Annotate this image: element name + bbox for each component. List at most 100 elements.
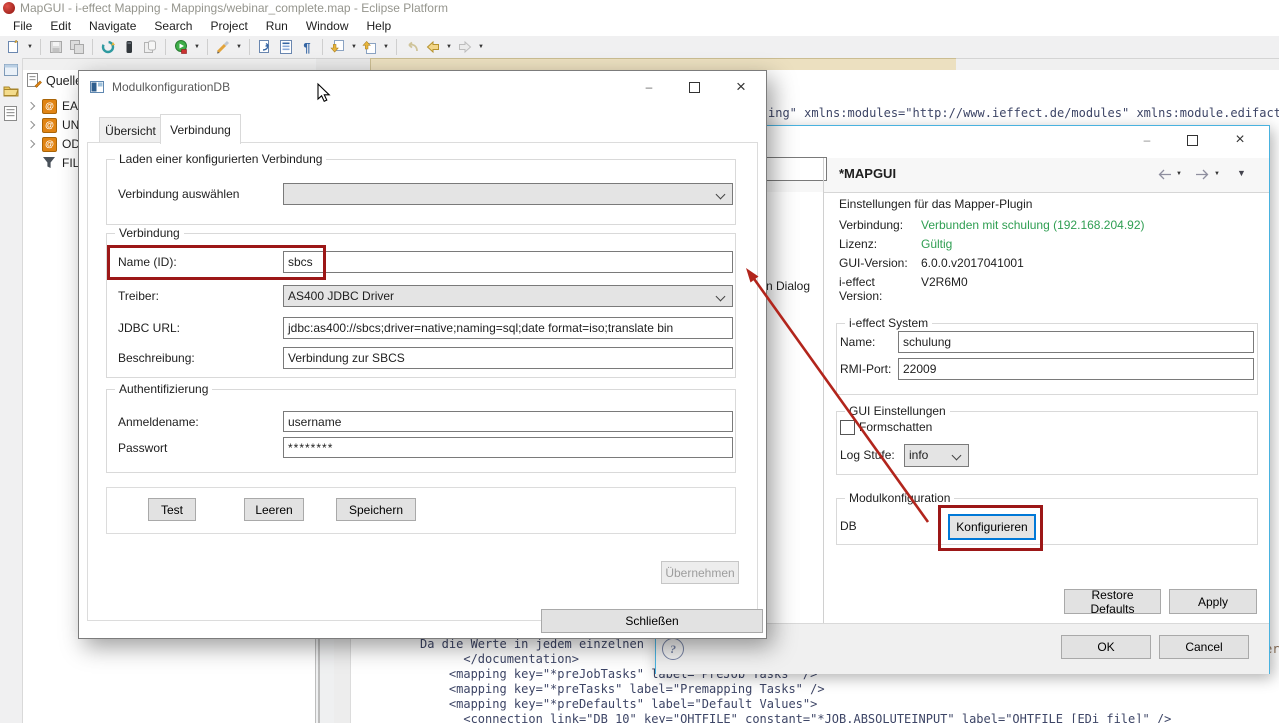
module-config-group-label: Modulkonfiguration (845, 491, 954, 505)
history-back-icon[interactable] (1156, 167, 1173, 182)
name-id-input[interactable]: sbcs (283, 251, 733, 273)
new-wizard-caret-icon[interactable]: ▼ (26, 44, 34, 50)
history-forward-icon[interactable] (1194, 167, 1211, 182)
format-icon: @ (42, 137, 57, 152)
log-level-select[interactable]: info (904, 444, 969, 467)
menu-project[interactable]: Project (201, 17, 256, 35)
menu-run[interactable]: Run (257, 17, 297, 35)
server-icon[interactable] (120, 39, 138, 56)
editor-line: ing" xmlns:modules="http://www.ieffect.d… (768, 106, 1279, 120)
tab-verbindung[interactable]: Verbindung (160, 114, 241, 144)
highlight-box-konfigurieren (938, 505, 1043, 551)
license-status: Gültig (921, 237, 952, 251)
maximize-button[interactable] (1176, 129, 1208, 151)
cancel-button[interactable]: Cancel (1159, 635, 1249, 659)
refresh-icon[interactable] (99, 39, 117, 56)
run-config-caret-icon[interactable]: ▼ (193, 44, 201, 50)
gui-version-value: 6.0.0.v2017041001 (921, 256, 1024, 270)
driver-dropdown[interactable]: AS400 JDBC Driver (283, 285, 733, 307)
apply-button[interactable]: Apply (1169, 589, 1257, 614)
left-pane-text-fragment: n Dialog (766, 279, 810, 293)
highlight-box-name-id (107, 245, 326, 280)
save-button[interactable]: Speichern (336, 498, 416, 521)
forward-icon[interactable] (456, 39, 474, 56)
run-config-icon[interactable] (172, 39, 190, 56)
rmi-port-input[interactable]: 22009 (898, 358, 1254, 380)
ok-button[interactable]: OK (1061, 635, 1151, 659)
close-button[interactable]: × (1224, 129, 1256, 151)
restore-view-icon[interactable] (4, 64, 18, 76)
close-button[interactable]: × (724, 76, 758, 98)
goto-mapping-icon[interactable] (256, 39, 274, 56)
menu-edit[interactable]: Edit (41, 17, 80, 35)
help-icon[interactable]: ? (662, 638, 684, 660)
connection-status: Verbunden mit schulung (192.168.204.92) (921, 218, 1145, 232)
history-forward-caret-icon[interactable]: ▼ (1213, 171, 1221, 177)
filter-icon (42, 156, 56, 169)
duplicate-icon[interactable] (141, 39, 159, 56)
module-config-group: Modulkonfiguration (836, 498, 1258, 545)
select-connection-dropdown[interactable] (283, 183, 733, 205)
system-name-input[interactable]: schulung (898, 331, 1254, 353)
description-input[interactable]: Verbindung zur SBCS (283, 347, 733, 369)
password-input[interactable]: ******** (283, 437, 733, 458)
menu-bar: File Edit Navigate Search Project Run Wi… (0, 16, 1279, 36)
ieffect-version-value: V2R6M0 (921, 275, 968, 303)
app-logo-icon (3, 2, 15, 14)
back-caret-icon[interactable]: ▼ (445, 44, 453, 50)
test-button[interactable]: Test (148, 498, 196, 521)
view-menu-icon[interactable]: ▼ (1237, 168, 1246, 178)
save-icon[interactable] (47, 39, 65, 56)
editor-line: <mapping key="*preDefaults" label="Defau… (420, 697, 817, 711)
highlighter-icon[interactable] (214, 39, 232, 56)
document-icon[interactable] (4, 106, 17, 121)
close-dialog-button[interactable]: Schließen (541, 609, 763, 633)
formschatten-checkbox[interactable] (840, 420, 855, 435)
apply-button-disabled: Übernehmen (661, 561, 739, 584)
export-icon[interactable] (361, 39, 379, 56)
back-icon[interactable] (424, 39, 442, 56)
menu-search[interactable]: Search (145, 17, 201, 35)
tree-item-label: UN (62, 118, 79, 132)
minimize-button[interactable]: – (632, 76, 666, 98)
open-folder-icon[interactable] (3, 84, 19, 97)
info-label: Lizenz: (839, 237, 921, 251)
import-caret-icon[interactable]: ▼ (350, 44, 358, 50)
show-outline-icon[interactable] (277, 39, 295, 56)
menu-file[interactable]: File (4, 17, 41, 35)
menu-window[interactable]: Window (297, 17, 358, 35)
import-icon[interactable] (329, 39, 347, 56)
history-back-caret-icon[interactable]: ▼ (1175, 171, 1183, 177)
forward-caret-icon[interactable]: ▼ (477, 44, 485, 50)
filter-input-fragment[interactable] (763, 157, 827, 181)
export-caret-icon[interactable]: ▼ (382, 44, 390, 50)
log-level-label: Log Stufe: (840, 448, 895, 462)
app-window: MapGUI - i-effect Mapping - Mappings/web… (0, 0, 1279, 723)
menu-navigate[interactable]: Navigate (80, 17, 145, 35)
username-input[interactable]: username (283, 411, 733, 432)
minimize-button[interactable]: – (1131, 129, 1163, 151)
expand-chevron-icon (27, 140, 35, 148)
dialog-title: ModulkonfigurationDB (112, 80, 230, 94)
clear-button[interactable]: Leeren (244, 498, 304, 521)
toolbar: ▼ ▼ ▼ ¶ (0, 36, 1279, 59)
rmi-port-label: RMI-Port: (840, 362, 891, 376)
formschatten-label: Formschatten (859, 420, 932, 434)
last-edit-location-icon[interactable] (403, 39, 421, 56)
format-icon: @ (42, 99, 57, 114)
show-paragraph-icon[interactable]: ¶ (298, 39, 316, 56)
highlighter-caret-icon[interactable]: ▼ (235, 44, 243, 50)
dialog-actions-box (106, 487, 736, 534)
restore-defaults-button[interactable]: Restore Defaults (1064, 589, 1161, 614)
pane-divider (823, 158, 824, 623)
format-icon: @ (42, 118, 57, 133)
jdbc-url-input[interactable]: jdbc:as400://sbcs;driver=native;naming=s… (283, 317, 733, 339)
new-wizard-icon[interactable] (5, 39, 23, 56)
maximize-button[interactable] (677, 76, 711, 98)
editor-line: <connection link="DB 10" key="OHTFILE" c… (420, 712, 1171, 723)
dialog-titlebar[interactable]: ModulkonfigurationDB – × (79, 71, 766, 104)
connection-group-label: Verbindung (115, 226, 184, 240)
save-all-icon[interactable] (68, 39, 86, 56)
tab-uebersicht[interactable]: Übersicht (99, 117, 162, 144)
menu-help[interactable]: Help (358, 17, 401, 35)
